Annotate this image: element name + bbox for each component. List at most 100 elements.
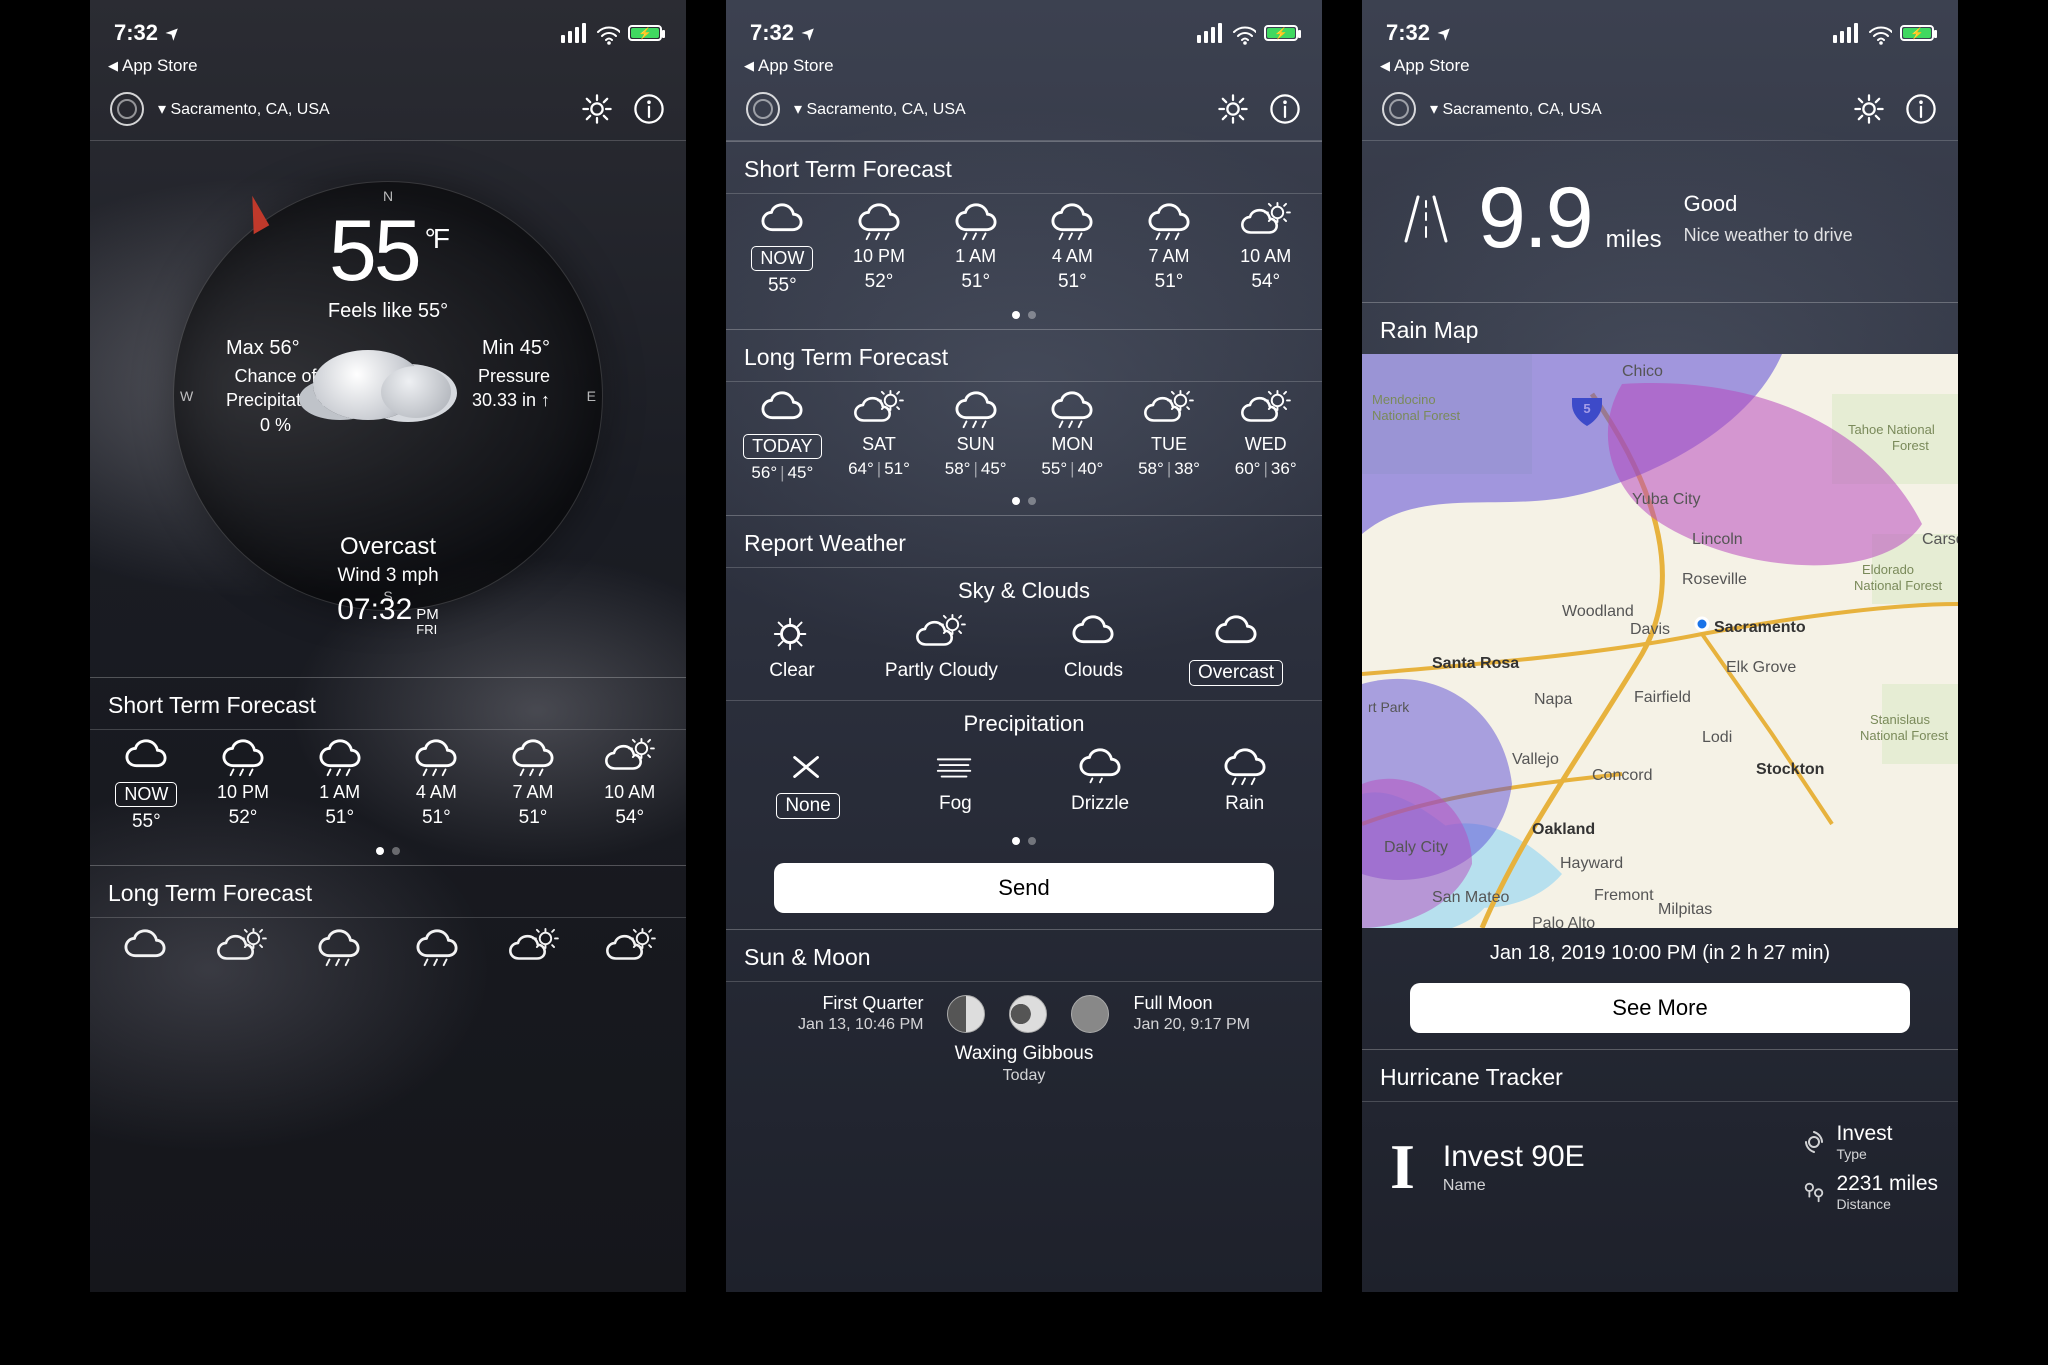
forecast-day[interactable] [390,928,483,968]
status-bar: 7:32 [1362,0,1958,56]
forecast-hilo: 55°|40° [1041,459,1103,479]
forecast-day[interactable]: MON 55°|40° [1024,390,1121,483]
forecast-day[interactable]: SAT 64°|51° [831,390,928,483]
cloud-rain-icon [852,201,906,243]
cloud-rain-icon [1142,201,1196,243]
settings-button[interactable] [580,92,614,126]
back-to-appstore[interactable]: App Store [90,56,686,82]
app-logo-icon[interactable] [110,92,144,126]
app-logo-icon[interactable] [746,92,780,126]
forecast-hour[interactable]: 10 PM 52° [831,202,928,297]
report-choice[interactable]: Clear [765,614,819,686]
forecast-temp: 54° [1251,271,1280,293]
choice-label: Clear [769,660,814,682]
forecast-temp: 52° [229,807,258,829]
svg-text:Chico: Chico [1622,363,1663,380]
svg-text:San Mateo: San Mateo [1432,889,1509,906]
report-choice[interactable]: None [776,747,839,819]
choice-label: Overcast [1189,660,1283,686]
info-icon [632,92,666,126]
forecast-day[interactable] [585,928,678,968]
page-dots [90,843,686,865]
forecast-hour[interactable]: NOW 55° [98,738,195,833]
map-canvas: 5 Chico MendocinoNational Forest Tahoe N… [1362,354,1958,928]
screen-main: 7:32 App Store ▾ Sacramento, CA, USA N S… [90,0,686,1292]
cloud-rain-icon [312,927,366,969]
svg-text:Oakland: Oakland [1532,821,1595,838]
condition-text: Overcast [340,533,436,561]
wind-pointer-icon [237,196,270,234]
settings-button[interactable] [1216,92,1250,126]
report-choice[interactable]: Clouds [1064,614,1123,686]
report-choice[interactable]: Drizzle [1071,747,1129,819]
forecast-hour[interactable]: 10 AM 54° [1217,202,1314,297]
send-button[interactable]: Send [774,863,1275,913]
forecast-hour[interactable]: 4 AM 51° [388,738,485,833]
see-more-button[interactable]: See More [1410,983,1911,1033]
svg-text:Napa: Napa [1534,691,1572,708]
forecast-day-label: MON [1051,434,1093,455]
hurricane-category-icon: I [1390,1130,1415,1204]
cloud-icon [119,737,173,779]
forecast-day-label: SUN [957,434,995,455]
app-logo-icon[interactable] [1382,92,1416,126]
forecast-temp: 54° [615,807,644,829]
report-choice[interactable]: Fog [928,747,982,819]
report-choice[interactable]: Rain [1218,747,1272,819]
app-header: ▾ Sacramento, CA, USA [726,82,1322,141]
x-icon [781,746,835,788]
current-phase-sub: Today [726,1066,1322,1086]
forecast-time: 1 AM [955,246,996,267]
forecast-time: 10 AM [604,782,655,803]
location-dropdown[interactable]: ▾ Sacramento, CA, USA [158,99,330,119]
svg-text:National Forest: National Forest [1372,408,1461,423]
forecast-day[interactable] [98,928,191,968]
forecast-hilo: 60°|36° [1235,459,1297,479]
short-term-row[interactable]: NOW 55° 10 PM 52° 1 AM 51° 4 AM 51° 7 AM… [90,730,686,843]
long-term-row-clipped[interactable] [90,918,686,978]
forecast-temp: 51° [422,807,451,829]
distance-icon [1802,1180,1826,1204]
forecast-day[interactable]: WED 60°|36° [1217,390,1314,483]
hurricane-row[interactable]: I Invest 90EName InvestType 2231 milesDi… [1362,1102,1958,1222]
moon-waxing-gibbous-icon [1009,995,1047,1033]
forecast-day[interactable] [487,928,580,968]
info-button[interactable] [632,92,666,126]
info-button[interactable] [1904,92,1938,126]
rain-map[interactable]: 5 Chico MendocinoNational Forest Tahoe N… [1362,354,1958,928]
svg-text:Elk Grove: Elk Grove [1726,659,1796,676]
forecast-hour[interactable]: 10 AM 54° [581,738,678,833]
back-to-appstore[interactable]: App Store [1362,56,1958,82]
forecast-day[interactable]: TUE 58°|38° [1121,390,1218,483]
report-choice[interactable]: Partly Cloudy [885,614,998,686]
forecast-hour[interactable]: 7 AM 51° [1121,202,1218,297]
forecast-day[interactable]: SUN 58°|45° [927,390,1024,483]
long-term-row[interactable]: TODAY 56°|45° SAT 64°|51° SUN 58°|45° MO… [726,382,1322,493]
location-dropdown[interactable]: ▾ Sacramento, CA, USA [794,99,966,119]
choice-label: None [776,793,839,819]
back-to-appstore[interactable]: App Store [726,56,1322,82]
forecast-time: 10 AM [1240,246,1291,267]
forecast-hour[interactable]: 1 AM 51° [291,738,388,833]
screen-forecasts: 7:32 App Store ▾ Sacramento, CA, USA Sho… [726,0,1322,1292]
svg-text:rt Park: rt Park [1368,699,1410,715]
svg-text:Stanislaus: Stanislaus [1870,712,1930,727]
forecast-hour[interactable]: NOW 55° [734,202,831,297]
forecast-hour[interactable]: 1 AM 51° [927,202,1024,297]
forecast-hilo: 56°|45° [751,463,813,483]
rainmap-timestamp: Jan 18, 2019 10:00 PM (in 2 h 27 min) [1362,928,1958,975]
forecast-hour[interactable]: 10 PM 52° [195,738,292,833]
forecast-day[interactable]: TODAY 56°|45° [734,390,831,483]
forecast-day[interactable] [293,928,386,968]
location-dropdown[interactable]: ▾ Sacramento, CA, USA [1430,99,1602,119]
weather-dial[interactable]: N S E W 55°F Feels like 55° Max 56° Min … [173,181,603,611]
info-button[interactable] [1268,92,1302,126]
report-choice[interactable]: Overcast [1189,614,1283,686]
wifi-icon [1230,20,1256,46]
settings-button[interactable] [1852,92,1886,126]
forecast-hour[interactable]: 7 AM 51° [485,738,582,833]
short-term-row[interactable]: NOW 55° 10 PM 52° 1 AM 51° 4 AM 51° 7 AM… [726,194,1322,307]
svg-text:National Forest: National Forest [1854,578,1943,593]
forecast-hour[interactable]: 4 AM 51° [1024,202,1121,297]
forecast-day[interactable] [195,928,288,968]
